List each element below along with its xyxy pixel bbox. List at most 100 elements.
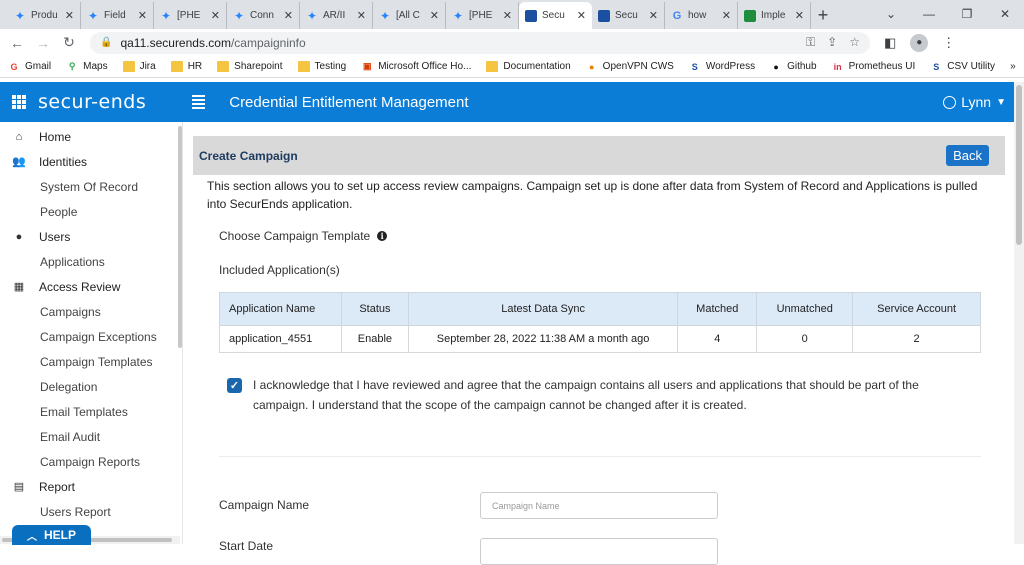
tab-6[interactable]: ✦ [PHE ✕	[446, 2, 519, 29]
sidebar-item-identities[interactable]: 👥 Identities	[0, 149, 182, 174]
sidebar-item-report[interactable]: ▤ Report	[0, 474, 182, 499]
tab-4[interactable]: ✦ AR/II ✕	[300, 2, 373, 29]
help-button[interactable]: ︿ HELP	[12, 525, 91, 545]
tab-9[interactable]: Ghow ✕	[665, 2, 738, 29]
bookmark-10[interactable]: ● Github	[770, 61, 816, 72]
profile-avatar-icon[interactable]: ●	[910, 33, 929, 52]
bookmarks-more[interactable]: »	[1010, 61, 1016, 72]
app-launcher-icon[interactable]	[12, 95, 26, 109]
back-button[interactable]: Back	[946, 145, 989, 166]
tab-7[interactable]: Secu ✕	[519, 2, 592, 29]
page-header: Create Campaign Back	[193, 136, 1005, 175]
close-tab-icon[interactable]: ✕	[357, 9, 366, 22]
bookmark-0[interactable]: G Gmail	[8, 61, 51, 72]
menu-toggle-icon[interactable]	[192, 95, 206, 109]
close-tab-icon[interactable]: ✕	[649, 9, 658, 22]
securends-logo[interactable]: secur-ends	[38, 91, 146, 113]
close-tab-icon[interactable]: ✕	[430, 9, 439, 22]
sidebar-item-users[interactable]: ● Users	[0, 224, 182, 249]
grid-icon: ▦	[13, 281, 25, 293]
sidebar-item-campaign-exceptions[interactable]: Campaign Exceptions	[0, 324, 182, 349]
sidebar-item-email-audit[interactable]: Email Audit	[0, 424, 182, 449]
forward-arrow-icon[interactable]: →	[30, 35, 56, 51]
url-input[interactable]: 🔒 qa11.securends.com/campaigninfo ⚿ ⇪ ☆	[90, 31, 870, 54]
close-tab-icon[interactable]: ✕	[503, 9, 512, 22]
bookmark-4[interactable]: Sharepoint	[217, 61, 283, 72]
tab-title: Secu	[542, 10, 565, 21]
minimize-icon[interactable]: —	[910, 7, 948, 21]
new-tab-button[interactable]: +	[811, 2, 835, 29]
bookmark-2[interactable]: Jira	[122, 61, 156, 72]
bookmarks-bar: G Gmail ⚲ Maps Jira HR Sharepoint Testing ▣ Micro…	[0, 56, 1024, 78]
close-tab-icon[interactable]: ✕	[138, 9, 147, 22]
page-scrollbar[interactable]	[1014, 82, 1024, 544]
jira-icon: ✦	[233, 8, 245, 23]
tab-2[interactable]: ✦ [PHE ✕	[154, 2, 227, 29]
sidebar-scrollbar[interactable]	[178, 126, 182, 348]
column-header: Application Name	[219, 292, 342, 326]
bookmark-9[interactable]: S WordPress	[689, 61, 755, 72]
start-date-input[interactable]	[480, 538, 718, 565]
close-tab-icon[interactable]: ✕	[211, 9, 220, 22]
bookmark-3[interactable]: HR	[170, 61, 202, 72]
bookmark-11[interactable]: in Prometheus UI	[832, 61, 916, 72]
user-icon	[943, 95, 957, 109]
sidebar-item-applications[interactable]: Applications	[0, 249, 182, 274]
sidebar-item-email-templates[interactable]: Email Templates	[0, 399, 182, 424]
share-icon[interactable]: ⇪	[827, 35, 837, 50]
campaign-name-input[interactable]: Campaign Name	[480, 492, 718, 519]
browser-menu-icon[interactable]: ⋮	[942, 35, 955, 51]
bookmark-8[interactable]: ● OpenVPN CWS	[586, 61, 674, 72]
tab-8[interactable]: Secu ✕	[592, 2, 665, 29]
sidebar-item-campaign-templates[interactable]: Campaign Templates	[0, 349, 182, 374]
close-window-icon[interactable]: ✕	[986, 7, 1024, 21]
sidebar-item-home[interactable]: ⌂ Home	[0, 124, 182, 149]
bookmark-label: Prometheus UI	[848, 61, 916, 72]
close-tab-icon[interactable]: ✕	[65, 9, 74, 22]
restore-icon[interactable]: ❐	[948, 7, 986, 21]
bookmark-6[interactable]: ▣ Microsoft Office Ho...	[361, 61, 471, 72]
sidebar-item-people[interactable]: People	[0, 199, 182, 224]
close-tab-icon[interactable]: ✕	[577, 9, 586, 22]
tab-3[interactable]: ✦ Conn ✕	[227, 2, 300, 29]
main-content: Create Campaign Back This section allows…	[184, 122, 1014, 565]
close-tab-icon[interactable]: ✕	[795, 9, 804, 22]
app-title: Credential Entitlement Management	[229, 93, 469, 111]
sidebar-item-access-review[interactable]: ▦ Access Review	[0, 274, 182, 299]
sidebar-item-users-report[interactable]: Users Report	[0, 499, 182, 524]
tab-0[interactable]: ✦ Produ ✕	[8, 2, 81, 29]
sidebar-item-label: System Of Record	[40, 179, 139, 194]
sidebar-item-delegation[interactable]: Delegation	[0, 374, 182, 399]
page-description: This section allows you to set up access…	[207, 179, 978, 211]
tab-10[interactable]: Imple ✕	[738, 2, 811, 29]
close-tab-icon[interactable]: ✕	[722, 9, 731, 22]
folder-icon	[297, 61, 310, 72]
sidebar-item-label: Campaigns	[40, 304, 101, 319]
tab-search-icon[interactable]: ⌄	[872, 7, 910, 21]
template-chooser[interactable]: Choose Campaign Template i	[219, 229, 388, 243]
bookmark-12[interactable]: S CSV Utility	[930, 61, 995, 72]
sidepanel-icon[interactable]: ◧	[884, 35, 896, 51]
jira-icon: ✦	[14, 8, 26, 23]
tab-5[interactable]: ✦ [All C ✕	[373, 2, 446, 29]
tab-1[interactable]: ✦ Field ✕	[81, 2, 154, 29]
jira-icon: ✦	[160, 8, 172, 23]
bookmark-7[interactable]: Documentation	[486, 61, 571, 72]
back-arrow-icon[interactable]: ←	[4, 35, 30, 51]
info-icon[interactable]: i	[377, 231, 388, 241]
bookmark-icon: in	[833, 61, 842, 72]
key-icon[interactable]: ⚿	[806, 35, 815, 50]
sidebar-item-label: Delegation	[40, 379, 98, 394]
user-menu[interactable]: Lynn ▼	[943, 94, 1006, 110]
bookmark-star-icon[interactable]: ☆	[849, 35, 860, 50]
sidebar-item-system-of-record[interactable]: System Of Record	[0, 174, 182, 199]
acknowledge-row: ✓ I acknowledge that I have reviewed and…	[227, 375, 967, 415]
bookmark-5[interactable]: Testing	[297, 61, 346, 72]
reload-icon[interactable]: ↻	[56, 34, 82, 51]
sidebar-item-campaigns[interactable]: Campaigns	[0, 299, 182, 324]
bookmark-1[interactable]: ⚲ Maps	[66, 61, 108, 72]
acknowledge-checkbox[interactable]: ✓	[227, 378, 242, 393]
sidebar-item-campaign-reports[interactable]: Campaign Reports	[0, 449, 182, 474]
bookmark-icon: S	[933, 61, 940, 72]
close-tab-icon[interactable]: ✕	[284, 9, 293, 22]
